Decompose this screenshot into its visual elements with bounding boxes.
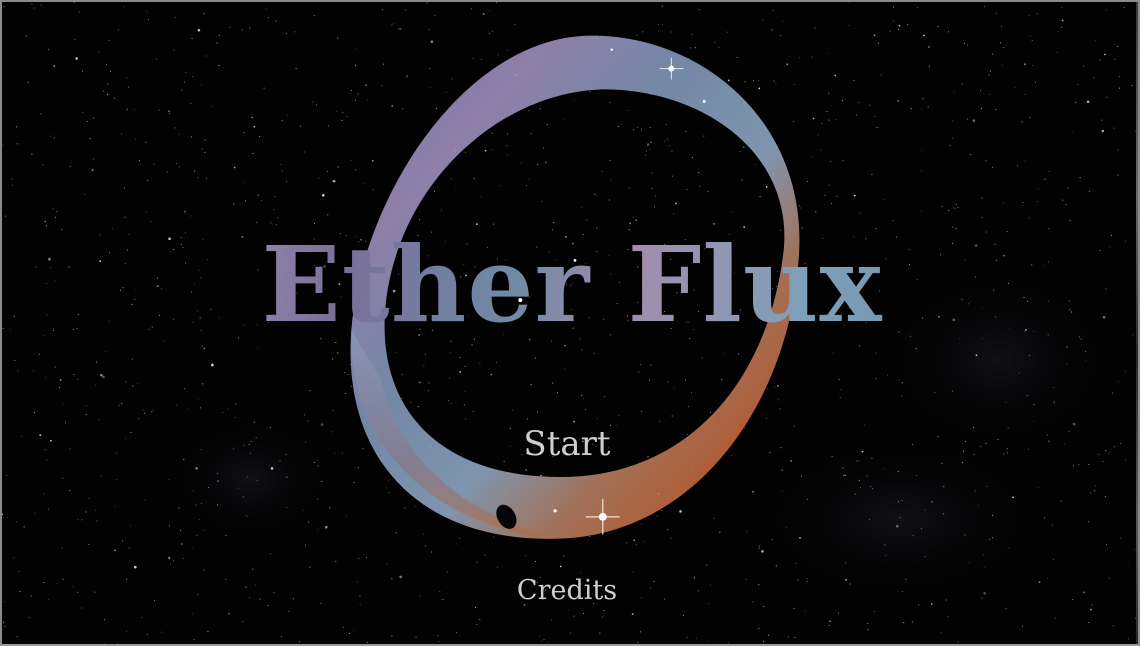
start-button[interactable]: Start: [2, 420, 1137, 468]
credits-button[interactable]: Credits: [2, 571, 1137, 611]
window-edge: [1136, 2, 1138, 644]
title-screen: Ether Flux Start Credits: [0, 0, 1140, 646]
start-button-label: Start: [523, 424, 611, 464]
nebula-ring-emblem: [350, 35, 800, 539]
credits-button-label: Credits: [516, 575, 618, 606]
